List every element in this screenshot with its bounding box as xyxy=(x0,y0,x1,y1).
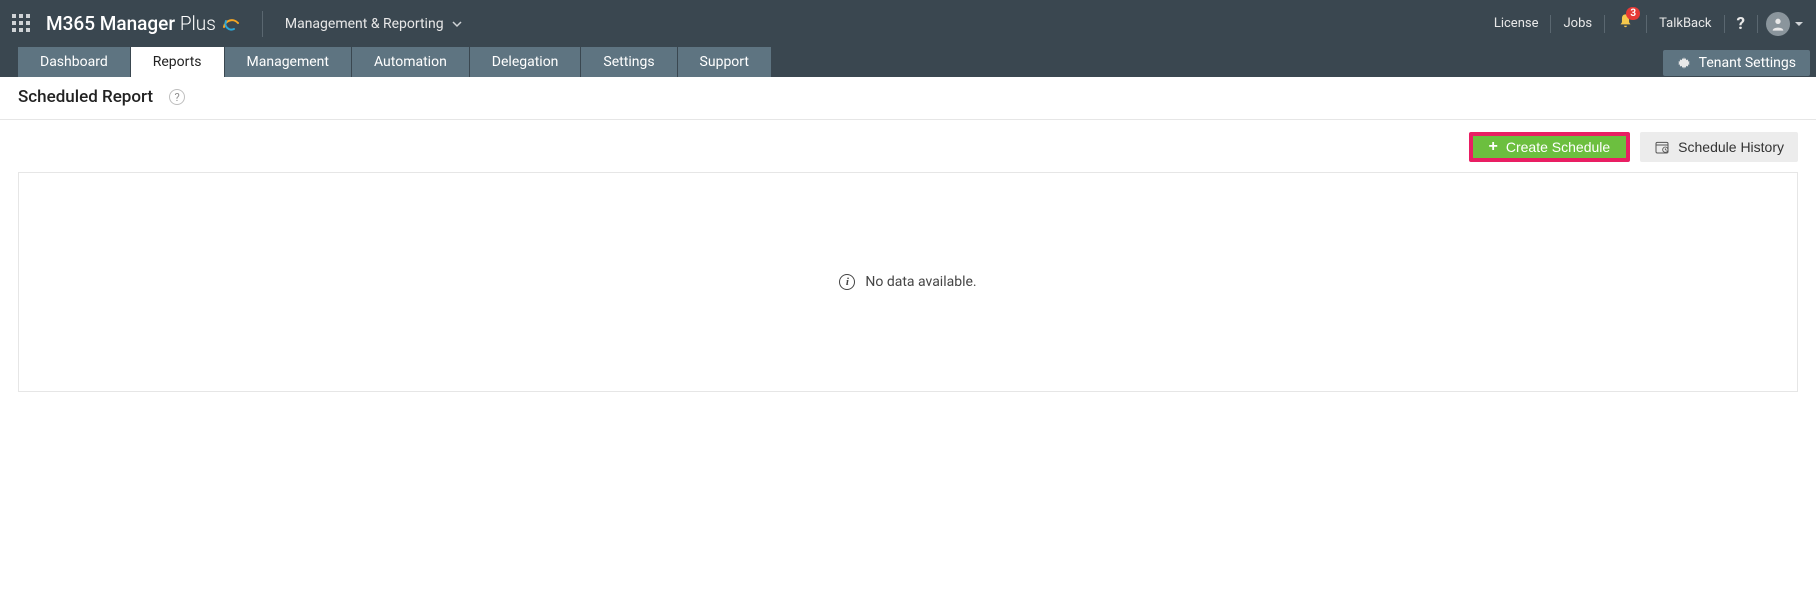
tab-automation[interactable]: Automation xyxy=(352,47,469,77)
user-avatar[interactable] xyxy=(1766,12,1790,36)
apps-grid-icon[interactable] xyxy=(12,14,32,34)
plus-icon: + xyxy=(1489,139,1498,155)
license-link[interactable]: License xyxy=(1482,14,1551,34)
tab-settings[interactable]: Settings xyxy=(581,47,676,77)
tenant-settings-label: Tenant Settings xyxy=(1699,55,1796,71)
tab-label: Reports xyxy=(153,54,202,70)
brand-swirl-icon xyxy=(220,13,242,35)
tab-reports[interactable]: Reports xyxy=(131,47,224,77)
create-schedule-label: Create Schedule xyxy=(1506,139,1610,155)
notification-badge: 3 xyxy=(1626,7,1640,20)
tab-dashboard[interactable]: Dashboard xyxy=(18,47,130,77)
tab-label: Dashboard xyxy=(40,54,108,70)
tenant-settings-button[interactable]: Tenant Settings xyxy=(1663,50,1810,76)
help-button[interactable]: ? xyxy=(1725,14,1757,34)
user-icon xyxy=(1770,16,1786,32)
notifications-button[interactable]: 3 xyxy=(1605,13,1646,34)
top-header: M365 Manager Plus Management & Reporting… xyxy=(0,0,1816,47)
page-title: Scheduled Report xyxy=(18,87,153,107)
nav-right: Tenant Settings xyxy=(1663,47,1810,77)
content-box: i No data available. xyxy=(18,172,1798,392)
main-nav: Dashboard Reports Management Automation … xyxy=(0,47,1816,77)
actions-row: + Create Schedule Schedule History xyxy=(0,120,1816,172)
separator xyxy=(1757,15,1758,33)
tab-label: Support xyxy=(700,54,749,70)
history-icon xyxy=(1654,139,1670,155)
tab-label: Settings xyxy=(603,54,654,70)
talkback-link[interactable]: TalkBack xyxy=(1647,14,1723,34)
brand-logo[interactable]: M365 Manager Plus xyxy=(46,12,242,35)
tab-label: Delegation xyxy=(492,54,559,70)
no-data-message: i No data available. xyxy=(839,274,976,290)
user-menu-chevron-icon[interactable] xyxy=(1794,19,1804,29)
tab-management[interactable]: Management xyxy=(225,47,351,77)
schedule-history-label: Schedule History xyxy=(1678,139,1784,155)
no-data-text: No data available. xyxy=(865,274,976,290)
info-icon: i xyxy=(839,274,855,290)
tab-label: Automation xyxy=(374,54,447,70)
schedule-history-button[interactable]: Schedule History xyxy=(1640,132,1798,162)
context-dropdown[interactable]: Management & Reporting xyxy=(285,16,462,32)
header-right: License Jobs 3 TalkBack ? xyxy=(1482,12,1804,36)
tab-label: Management xyxy=(247,54,329,70)
chevron-down-icon xyxy=(452,19,462,29)
gear-icon xyxy=(1677,56,1691,70)
jobs-link[interactable]: Jobs xyxy=(1551,14,1604,34)
tab-support[interactable]: Support xyxy=(678,47,771,77)
create-schedule-button[interactable]: + Create Schedule xyxy=(1469,132,1631,162)
context-label: Management & Reporting xyxy=(285,16,444,32)
tab-delegation[interactable]: Delegation xyxy=(470,47,581,77)
page-title-row: Scheduled Report ? xyxy=(0,77,1816,120)
page-help-icon[interactable]: ? xyxy=(169,89,185,105)
brand-suffix: Plus xyxy=(180,12,216,35)
brand-prefix: M365 Manager xyxy=(46,12,175,35)
brand-divider xyxy=(262,11,263,37)
